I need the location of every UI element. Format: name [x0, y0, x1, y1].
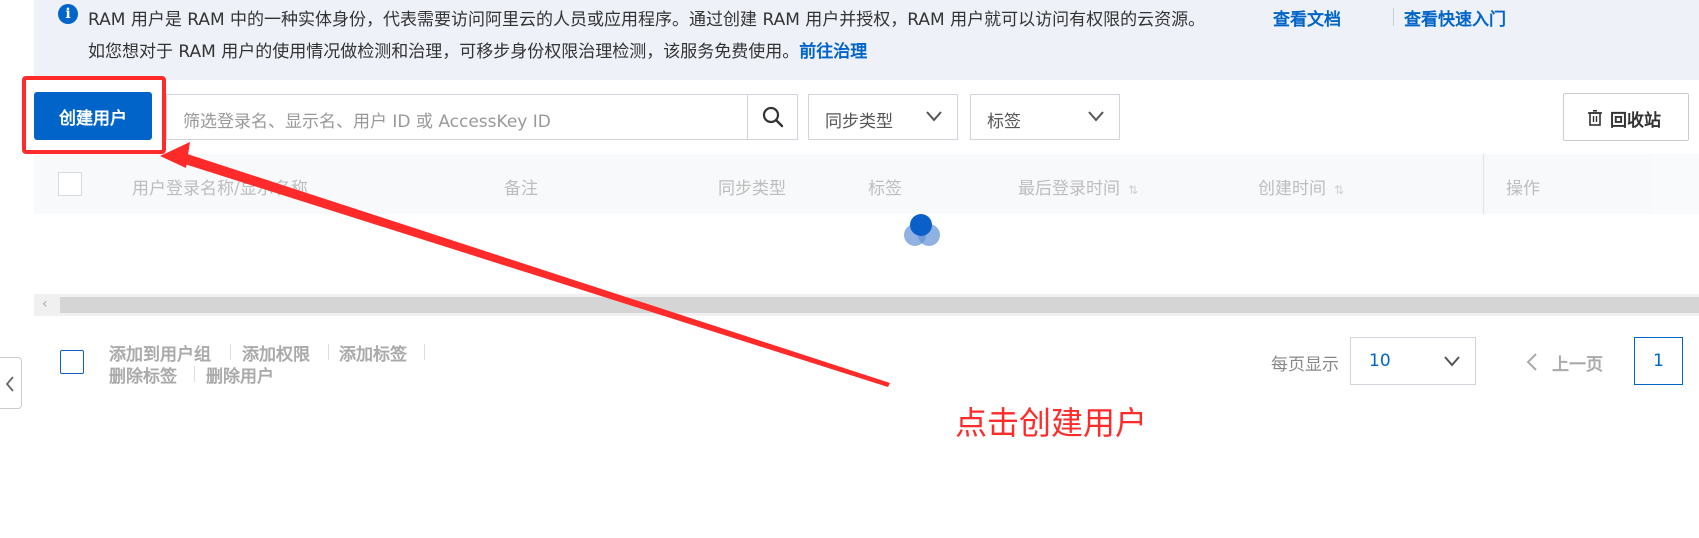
search-button[interactable]	[747, 95, 797, 139]
remove-tag-action[interactable]: 删除标签	[109, 362, 177, 387]
previous-page-button[interactable]: 上一页	[1552, 350, 1603, 375]
sort-icon[interactable]: ⇅	[1128, 183, 1138, 197]
column-tags: 标签	[868, 179, 902, 199]
tag-select-label: 标签	[987, 112, 1021, 132]
notice-line-2: 如您想对于 RAM 用户的使用情况做检测和治理，可移步身份权限治理检测，该服务免…	[88, 37, 867, 62]
sidebar-collapse-toggle[interactable]	[0, 357, 22, 409]
view-docs-link[interactable]: 查看文档	[1273, 5, 1341, 30]
info-icon: i	[58, 4, 78, 24]
quick-start-link[interactable]: 查看快速入门	[1404, 5, 1506, 30]
scrollbar-thumb[interactable]	[60, 297, 1699, 313]
horizontal-scrollbar[interactable]: ‹	[34, 294, 1699, 316]
annotation-arrow	[160, 142, 890, 387]
scroll-left-icon[interactable]: ‹	[42, 296, 48, 312]
column-remark: 备注	[504, 179, 538, 199]
action-divider	[424, 344, 425, 360]
column-created-time[interactable]: 创建时间 ⇅	[1258, 174, 1344, 199]
column-login-name[interactable]: 用户登录名称/显示名称	[132, 174, 308, 199]
action-divider	[328, 344, 329, 360]
per-page-select[interactable]: 10	[1350, 337, 1476, 385]
select-all-checkbox[interactable]	[58, 172, 82, 196]
notice-line-2-text: 如您想对于 RAM 用户的使用情况做检测和治理，可移步身份权限治理检测，该服务免…	[88, 42, 800, 62]
per-page-value: 10	[1369, 351, 1391, 371]
search-icon	[762, 106, 784, 128]
sync-type-select[interactable]: 同步类型	[808, 94, 958, 140]
table-header: 用户登录名称/显示名称 备注 同步类型 标签 最后登录时间 ⇅ 创建时间 ⇅ 操作	[34, 154, 1699, 214]
link-divider	[1393, 8, 1394, 26]
per-page-label: 每页显示	[1271, 355, 1339, 375]
column-created-time-label: 创建时间	[1258, 179, 1326, 199]
column-actions: 操作	[1506, 179, 1540, 199]
recycle-bin-label: 回收站	[1610, 111, 1661, 131]
chevron-left-icon	[5, 376, 14, 392]
loading-spinner	[904, 214, 940, 250]
search-placeholder: 筛选登录名、显示名、用户 ID 或 AccessKey ID	[183, 112, 551, 132]
search-input[interactable]: 筛选登录名、显示名、用户 ID 或 AccessKey ID	[166, 94, 798, 140]
add-tag-action[interactable]: 添加标签	[339, 340, 407, 365]
column-last-login[interactable]: 最后登录时间 ⇅	[1018, 174, 1138, 199]
column-divider	[1483, 154, 1484, 214]
action-divider	[230, 344, 231, 360]
page-1-button[interactable]: 1	[1634, 337, 1683, 385]
annotation-highlight-box	[22, 76, 166, 154]
chevron-down-icon	[1444, 356, 1460, 367]
tag-select[interactable]: 标签	[970, 94, 1120, 140]
go-governance-link[interactable]: 前往治理	[799, 42, 867, 62]
column-sync-type: 同步类型	[718, 179, 786, 199]
info-notice: i RAM 用户是 RAM 中的一种实体身份，代表需要访问阿里云的人员或应用程序…	[34, 0, 1699, 80]
chevron-down-icon	[1088, 111, 1104, 122]
sync-type-label: 同步类型	[825, 112, 893, 132]
column-last-login-label: 最后登录时间	[1018, 179, 1120, 199]
chevron-down-icon	[926, 111, 942, 122]
trash-icon	[1588, 110, 1602, 126]
annotation-label: 点击创建用户	[955, 404, 1148, 442]
notice-line-1: RAM 用户是 RAM 中的一种实体身份，代表需要访问阿里云的人员或应用程序。通…	[88, 10, 1206, 30]
action-divider	[194, 366, 195, 382]
chevron-left-icon	[1526, 353, 1537, 371]
delete-user-action[interactable]: 删除用户	[206, 362, 274, 387]
sort-icon[interactable]: ⇅	[1334, 183, 1344, 197]
recycle-bin-button[interactable]: 回收站	[1563, 93, 1689, 141]
select-all-bottom-checkbox[interactable]	[60, 350, 84, 374]
